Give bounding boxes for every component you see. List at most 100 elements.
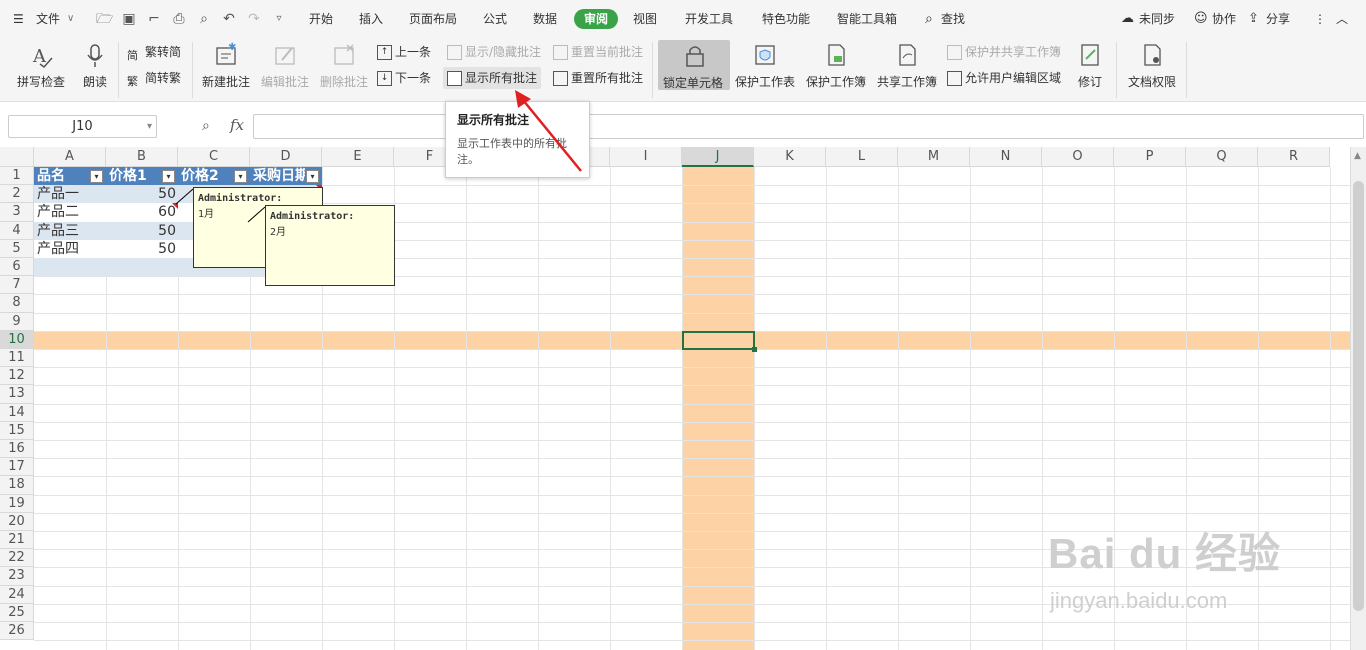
table-cell[interactable]: 50 <box>106 185 176 203</box>
table-cell[interactable]: 50 <box>106 240 176 258</box>
column-header-c[interactable]: C <box>178 147 250 167</box>
format-painter-icon[interactable]: ⌐ <box>146 11 162 27</box>
select-all-corner[interactable] <box>0 147 34 167</box>
tab-formulas[interactable]: 公式 <box>483 0 507 38</box>
revise-button[interactable]: 修订 <box>1071 42 1109 90</box>
print-icon[interactable]: ⎙ <box>171 11 187 27</box>
column-header-p[interactable]: P <box>1114 147 1186 167</box>
row-header-21[interactable]: 21 <box>0 531 34 550</box>
row-header-18[interactable]: 18 <box>0 476 34 495</box>
fill-handle[interactable] <box>752 347 757 352</box>
row-header-24[interactable]: 24 <box>0 585 34 604</box>
filter-dropdown-icon[interactable]: ▾ <box>90 169 103 183</box>
protect-book-button[interactable]: 保护工作簿 <box>805 42 867 90</box>
column-header-d[interactable]: D <box>250 147 322 167</box>
table-cell[interactable]: 产品四 <box>37 240 103 258</box>
undo-icon[interactable]: ↶ <box>221 11 237 27</box>
more-icon[interactable]: ⋮ <box>1314 0 1326 38</box>
tab-insert[interactable]: 插入 <box>359 0 383 38</box>
reset-current-comment-button[interactable]: 重置当前批注 <box>553 41 643 63</box>
column-header-q[interactable]: Q <box>1186 147 1258 167</box>
tab-page-layout[interactable]: 页面布局 <box>409 0 457 38</box>
edit-comment-button[interactable]: 编辑批注 <box>258 42 312 90</box>
column-header-r[interactable]: R <box>1258 147 1330 167</box>
column-header-l[interactable]: L <box>826 147 898 167</box>
table-header-cell[interactable]: 品名 <box>37 167 89 185</box>
tab-developer[interactable]: 开发工具 <box>685 0 733 38</box>
column-header-e[interactable]: E <box>322 147 394 167</box>
row-header-12[interactable]: 12 <box>0 367 34 386</box>
allow-edit-ranges-button[interactable]: 允许用户编辑区域 <box>947 67 1061 89</box>
share-button[interactable]: 分享 <box>1266 0 1290 38</box>
name-box-dropdown-icon[interactable]: ▾ <box>147 116 152 137</box>
protect-and-share-button[interactable]: 保护并共享工作簿 <box>947 41 1061 63</box>
table-header-cell[interactable]: 价格1 <box>109 167 161 185</box>
row-header-2[interactable]: 2 <box>0 185 34 204</box>
sync-status[interactable]: 未同步 <box>1139 0 1175 38</box>
column-header-n[interactable]: N <box>970 147 1042 167</box>
search-button[interactable]: 查找 <box>941 0 965 38</box>
table-cell[interactable]: 60 <box>106 203 176 221</box>
scroll-up-icon[interactable]: ▲ <box>1354 151 1361 161</box>
row-header-1[interactable]: 1 <box>0 167 34 186</box>
row-header-8[interactable]: 8 <box>0 294 34 313</box>
row-header-6[interactable]: 6 <box>0 258 34 277</box>
print-preview-icon[interactable]: ⌕ <box>196 11 212 27</box>
row-header-26[interactable]: 26 <box>0 622 34 641</box>
vertical-scroll-thumb[interactable] <box>1353 181 1364 611</box>
read-aloud-button[interactable]: 朗读 <box>80 42 110 90</box>
row-header-11[interactable]: 11 <box>0 349 34 368</box>
selected-cell[interactable] <box>682 330 755 350</box>
hamburger-menu-icon[interactable]: ☰ <box>13 0 24 38</box>
filter-dropdown-icon[interactable]: ▾ <box>306 169 319 183</box>
row-header-9[interactable]: 9 <box>0 312 34 331</box>
doc-rights-button[interactable]: 文档权限 <box>1125 42 1179 90</box>
reset-all-comments-button[interactable]: 重置所有批注 <box>553 67 643 89</box>
row-header-16[interactable]: 16 <box>0 440 34 459</box>
column-header-i[interactable]: I <box>610 147 682 167</box>
open-folder-icon[interactable]: 🗁 <box>96 11 113 27</box>
row-header-5[interactable]: 5 <box>0 239 34 258</box>
table-header-cell[interactable]: 价格2 <box>181 167 233 185</box>
redo-icon[interactable]: ↷ <box>246 11 262 27</box>
table-cell[interactable]: 50 <box>106 222 176 240</box>
table-cell[interactable]: 产品三 <box>37 222 103 240</box>
file-chevron-icon[interactable]: ∨ <box>67 0 74 38</box>
prev-comment-button[interactable]: ↑ 上一条 <box>377 41 431 63</box>
row-header-22[interactable]: 22 <box>0 549 34 568</box>
row-header-23[interactable]: 23 <box>0 567 34 586</box>
filter-dropdown-icon[interactable]: ▾ <box>162 169 175 183</box>
table-cell[interactable]: 产品二 <box>37 203 103 221</box>
table-header-cell[interactable]: 采购日期 <box>253 167 305 185</box>
column-header-o[interactable]: O <box>1042 147 1114 167</box>
column-header-m[interactable]: M <box>898 147 970 167</box>
show-hide-comment-button[interactable]: 显示/隐藏批注 <box>447 41 541 63</box>
delete-comment-button[interactable]: 删除批注 <box>317 42 371 90</box>
zoom-lookup-icon[interactable]: ⌕ <box>202 118 210 134</box>
tab-data[interactable]: 数据 <box>533 0 557 38</box>
row-header-15[interactable]: 15 <box>0 421 34 440</box>
tab-home[interactable]: 开始 <box>309 0 333 38</box>
share-book-button[interactable]: 共享工作簿 <box>876 42 938 90</box>
name-box[interactable]: J10 ▾ <box>8 115 157 138</box>
row-header-25[interactable]: 25 <box>0 603 34 622</box>
new-comment-button[interactable]: ✱ 新建批注 <box>199 42 253 90</box>
row-header-3[interactable]: 3 <box>0 203 34 222</box>
collapse-ribbon-icon[interactable]: ︿ <box>1336 0 1348 38</box>
row-header-19[interactable]: 19 <box>0 494 34 513</box>
formula-input[interactable] <box>253 114 1364 139</box>
tab-review[interactable]: 审阅 <box>574 9 618 29</box>
row-header-13[interactable]: 13 <box>0 385 34 404</box>
spell-check-button[interactable]: A 拼写检查 <box>12 42 70 90</box>
column-header-a[interactable]: A <box>34 147 106 167</box>
row-header-7[interactable]: 7 <box>0 276 34 295</box>
simp-to-trad-button[interactable]: 繁简转繁 <box>127 67 181 89</box>
quick-access-dropdown-icon[interactable]: ▿ <box>271 11 287 27</box>
collab-button[interactable]: 协作 <box>1212 0 1236 38</box>
row-header-14[interactable]: 14 <box>0 403 34 422</box>
save-icon[interactable]: ▣ <box>121 11 137 27</box>
spreadsheet-grid[interactable]: ABCDEFGHIJKLMNOPQR1234567891011121314151… <box>0 147 1350 650</box>
lock-cells-button[interactable]: 锁定单元格 <box>658 40 730 90</box>
row-header-10[interactable]: 10 <box>0 330 34 349</box>
tab-smart-toolbox[interactable]: 智能工具箱 <box>837 0 897 38</box>
